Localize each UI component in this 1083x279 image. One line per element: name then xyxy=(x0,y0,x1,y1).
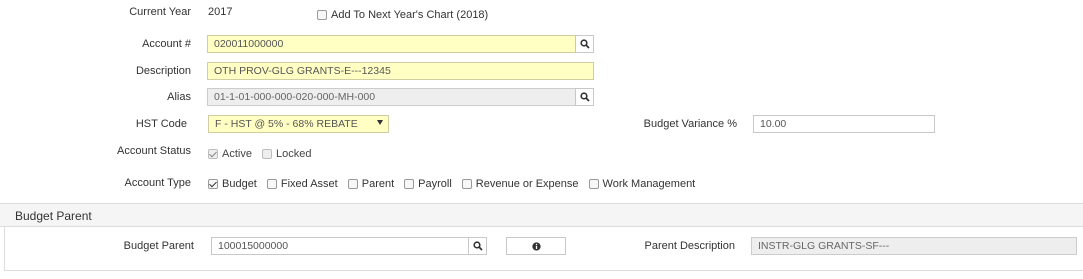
info-icon xyxy=(531,241,541,251)
account-status-label: Account Status xyxy=(117,145,191,157)
alias-label: Alias xyxy=(167,91,191,103)
budget-parent-search-button[interactable] xyxy=(468,237,487,255)
status-active-checkbox[interactable]: Active xyxy=(208,148,252,160)
type-parent-label: Parent xyxy=(361,178,395,190)
search-icon xyxy=(579,92,590,102)
status-locked-label: Locked xyxy=(275,148,312,160)
type-fixed-asset-checkbox[interactable]: Fixed Asset xyxy=(266,178,338,190)
current-year-value: 2017 xyxy=(208,6,233,18)
parent-description-input: INSTR-GLG GRANTS-SF--- xyxy=(751,237,1077,255)
checkbox-box[interactable] xyxy=(266,179,277,189)
budget-variance-input[interactable]: 10.00 xyxy=(753,115,935,133)
search-icon xyxy=(472,241,483,251)
hst-code-label: HST Code xyxy=(135,118,187,130)
description-input[interactable]: OTH PROV-GLG GRANTS-E---12345 xyxy=(207,62,594,80)
account-type-options: Budget Fixed Asset Parent Payroll Revenu… xyxy=(208,178,705,190)
type-revenue-expense-checkbox[interactable]: Revenue or Expense xyxy=(461,178,579,190)
type-revenue-expense-label: Revenue or Expense xyxy=(475,178,579,190)
checkbox-box[interactable] xyxy=(404,179,415,189)
parent-description-label: Parent Description xyxy=(644,240,736,252)
budget-parent-panel-title: Budget Parent xyxy=(15,209,92,223)
budget-parent-input[interactable]: 100015000000 xyxy=(211,237,469,255)
search-icon xyxy=(579,39,590,49)
hst-code-select[interactable]: F - HST @ 5% - 68% REBATE xyxy=(208,115,389,133)
caret-down-icon xyxy=(377,120,383,125)
checkbox-box[interactable] xyxy=(261,149,272,159)
alias-search-button[interactable] xyxy=(575,88,594,106)
checkbox-box[interactable] xyxy=(347,179,358,189)
account-status-options: Active Locked xyxy=(208,148,321,160)
type-budget-checkbox[interactable]: Budget xyxy=(208,178,257,190)
type-budget-label: Budget xyxy=(222,178,257,190)
budget-parent-label: Budget Parent xyxy=(123,240,194,252)
add-next-year-checkbox[interactable]: Add To Next Year's Chart (2018) xyxy=(317,9,498,23)
checkbox-box[interactable] xyxy=(208,179,218,189)
account-type-label: Account Type xyxy=(124,177,191,189)
budget-parent-panel-header: Budget Parent xyxy=(0,203,1083,227)
account-number-input[interactable]: 020011000000 xyxy=(207,35,576,53)
checkbox-box[interactable] xyxy=(317,10,327,20)
checkbox-box[interactable] xyxy=(588,179,599,189)
account-search-button[interactable] xyxy=(575,35,594,53)
hst-code-value: F - HST @ 5% - 68% REBATE xyxy=(215,118,358,130)
alias-input[interactable]: 01-1-01-000-000-020-000-MH-000 xyxy=(207,88,576,106)
type-work-management-checkbox[interactable]: Work Management xyxy=(588,178,696,190)
budget-variance-label: Budget Variance % xyxy=(643,118,737,130)
current-year-label: Current Year xyxy=(129,6,191,18)
checkbox-box[interactable] xyxy=(208,149,218,159)
status-locked-checkbox[interactable]: Locked xyxy=(261,148,312,160)
budget-parent-info-button[interactable] xyxy=(506,237,566,255)
type-payroll-label: Payroll xyxy=(418,178,452,190)
type-work-management-label: Work Management xyxy=(602,178,696,190)
add-next-year-label: Add To Next Year's Chart (2018) xyxy=(331,9,489,21)
account-number-label: Account # xyxy=(142,38,191,50)
type-fixed-asset-label: Fixed Asset xyxy=(280,178,338,190)
type-payroll-checkbox[interactable]: Payroll xyxy=(404,178,452,190)
checkbox-box[interactable] xyxy=(461,179,472,189)
type-parent-checkbox[interactable]: Parent xyxy=(347,178,395,190)
description-label: Description xyxy=(135,65,191,77)
status-active-label: Active xyxy=(222,148,252,160)
